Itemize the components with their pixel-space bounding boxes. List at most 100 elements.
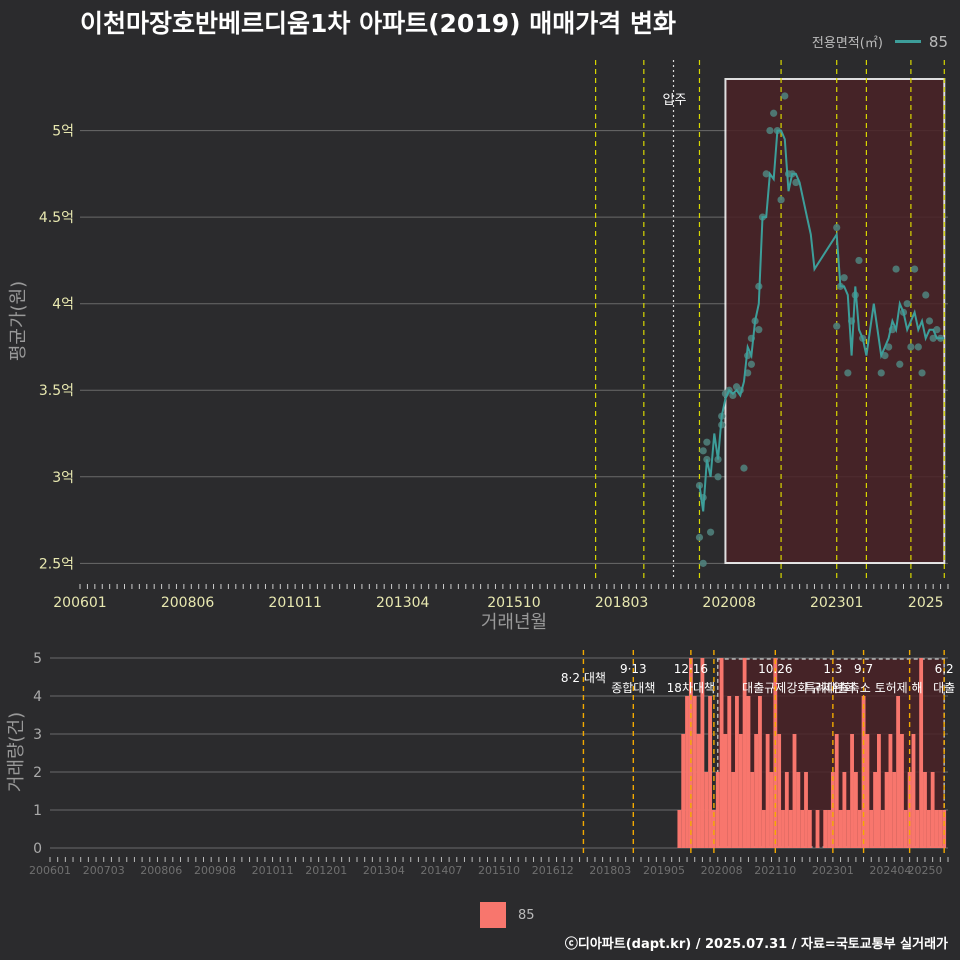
volume-bar: [715, 772, 720, 848]
legend-bottom-value: 85: [518, 907, 535, 923]
bar-x-tick-label: 202301: [812, 864, 854, 877]
policy-label-line1: 12·16: [674, 662, 708, 676]
bar-x-tick-label: 201803: [589, 864, 631, 877]
volume-bar: [708, 696, 712, 848]
bar-y-tick-label: 4: [33, 689, 42, 705]
scatter-point: [777, 196, 785, 204]
x-tick-label: 200806: [161, 595, 215, 611]
x-tick-label: 202301: [810, 595, 863, 611]
volume-bar: [777, 734, 782, 848]
volume-bar: [815, 810, 820, 848]
y-tick-label: 3억: [52, 470, 74, 486]
bar-y-tick-label: 2: [33, 765, 42, 781]
policy-label-line1: 1.3: [823, 662, 842, 676]
volume-bar: [830, 772, 835, 848]
bar-x-tick-label: 200703: [83, 864, 125, 877]
volume-bar: [681, 734, 686, 848]
legend-bar-swatch-icon: [480, 902, 506, 928]
bar-x-tick-label: 201201: [305, 864, 347, 877]
volume-bar: [677, 810, 682, 848]
y-axis-title: 평균가(원): [8, 281, 29, 361]
scatter-point: [699, 559, 707, 567]
volume-bar: [853, 772, 858, 848]
bar-x-tick-label: 201011: [252, 864, 294, 877]
volume-bar: [792, 734, 797, 848]
x-tick-label: 200601: [53, 595, 106, 611]
scatter-point: [766, 126, 774, 135]
volume-bar: [915, 810, 920, 848]
volume-bar: [888, 734, 893, 848]
volume-bar: [896, 696, 901, 848]
legend-bottom: 85: [480, 902, 535, 928]
volume-bar: [926, 810, 931, 848]
y-tick-label: 3.5억: [39, 383, 74, 399]
policy-label-line2: 8·2 대책: [561, 670, 606, 685]
scatter-point: [833, 322, 841, 330]
scatter-point: [896, 360, 904, 368]
bar-x-tick-label: 202404: [869, 864, 911, 877]
scatter-point: [855, 256, 863, 265]
volume-bar: [750, 772, 755, 848]
volume-bar: [723, 734, 728, 848]
policy-label-line2: 대출규제강화: [742, 681, 808, 695]
chart-canvas: 2.5억3억3.5억4억4.5억5억입주200601 200806 201011 20…: [6, 60, 955, 877]
scatter-point: [925, 317, 934, 325]
scatter-point: [699, 447, 707, 455]
bar-x-tick-label: 20250: [907, 864, 942, 877]
policy-label-line1: 10.26: [758, 662, 792, 676]
scatter-point: [918, 369, 926, 377]
volume-bar: [923, 772, 927, 848]
x-tick-label: 201510: [487, 595, 540, 611]
volume-bar: [758, 696, 762, 848]
scatter-point: [911, 265, 919, 273]
bar-x-tick-label: 201407: [420, 864, 462, 877]
x-tick-label: 201803: [595, 595, 648, 611]
volume-bar: [857, 810, 862, 848]
scatter-point: [740, 464, 748, 472]
scatter-point: [877, 369, 885, 377]
volume-bar: [765, 734, 770, 848]
volume-bar: [846, 810, 851, 848]
x-tick-label: 202008: [702, 595, 755, 611]
volume-bar: [781, 810, 785, 848]
policy-label-line2: 특례대출축소 토허제 해: [805, 681, 923, 695]
scatter-point: [714, 473, 722, 481]
scatter-point: [747, 360, 756, 368]
y-tick-label: 2.5억: [39, 556, 74, 572]
scatter-point: [840, 274, 848, 282]
volume-bar: [930, 772, 935, 848]
bar-x-tick-label: 200806: [140, 864, 182, 877]
scatter-point: [695, 533, 704, 541]
policy-label-line2: 대출: [933, 681, 955, 695]
x-tick-label: 201011: [268, 595, 321, 611]
volume-bar: [754, 734, 759, 848]
volume-bar: [938, 810, 943, 848]
volume-bar: [934, 810, 939, 848]
policy-label-line1: 9·13: [620, 662, 647, 676]
bar-x-tick-label: 201612: [532, 864, 574, 877]
volume-bar: [735, 696, 739, 848]
bar-y-tick-label: 5: [33, 651, 42, 667]
scatter-point: [755, 326, 763, 334]
bar-x-tick-label: 201304: [363, 864, 405, 877]
volume-bar: [696, 734, 701, 848]
x-tick-label: 2025: [908, 595, 944, 611]
volume-bar: [892, 772, 897, 848]
scatter-point: [907, 343, 915, 351]
volume-bar: [738, 734, 743, 848]
bar-x-tick-label: 202008: [701, 864, 743, 877]
volume-bar: [873, 772, 878, 848]
bar-y-axis-title: 거래량(건): [6, 712, 27, 792]
scatter-point: [833, 223, 841, 232]
volume-bar: [869, 810, 874, 848]
volume-bar: [911, 734, 916, 848]
volume-bar: [761, 810, 766, 848]
volume-bar: [865, 734, 870, 848]
scatter-point: [703, 438, 711, 446]
volume-bar: [784, 772, 789, 848]
bar-y-tick-label: 0: [33, 841, 42, 857]
policy-label-line1: 9.7: [854, 662, 873, 676]
bar-x-tick-label: 202110: [754, 864, 796, 877]
bar-y-tick-label: 1: [33, 803, 42, 819]
bar-x-tick-label: 200601: [29, 864, 71, 877]
